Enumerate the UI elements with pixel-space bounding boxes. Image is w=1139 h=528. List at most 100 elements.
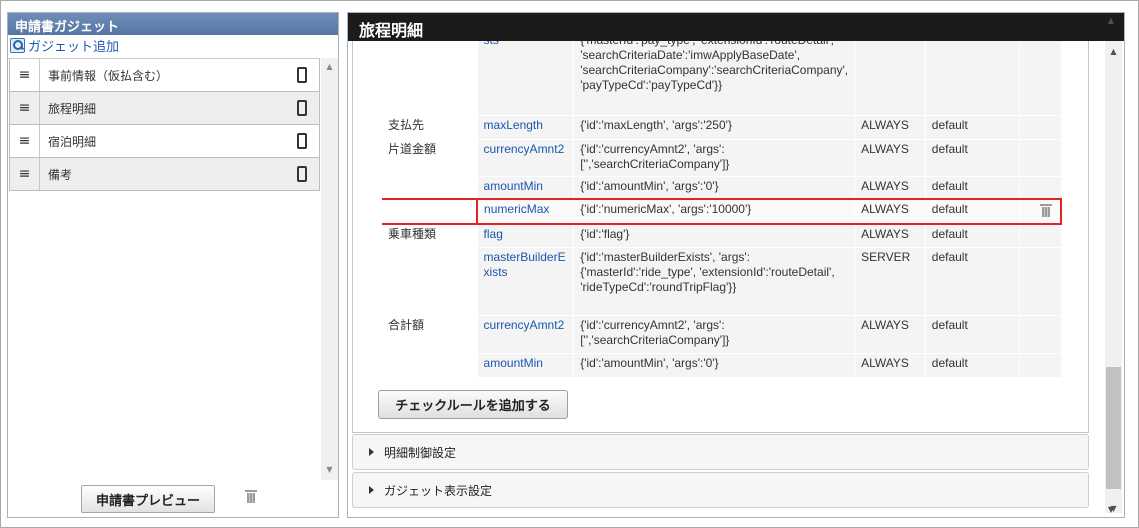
add-check-rule-button[interactable]: チェックルールを追加する xyxy=(378,390,568,419)
rule-type-cell: default xyxy=(925,198,1020,225)
rule-args-cell: {'id':'currencyAmnt2', 'args': ['','sear… xyxy=(573,315,856,354)
gadget-item-remarks[interactable]: ≡ 備考 xyxy=(9,158,320,191)
item-name-cell: 支払先 xyxy=(382,115,478,140)
chevron-right-icon xyxy=(369,448,374,456)
rule-type-cell: default xyxy=(925,176,1020,200)
rule-timing-cell: ALWAYS xyxy=(854,353,926,378)
rule-args-cell: {'masterId':'pay_type', 'extensionId':'r… xyxy=(573,41,856,116)
rule-type-cell: default xyxy=(925,247,1020,316)
rule-id-link[interactable]: amountMin xyxy=(477,176,575,200)
list-icon[interactable]: ≡ xyxy=(10,92,40,124)
itinerary-panel: 旅程明細 sts {'masterId':'pay_type', 'extens… xyxy=(347,12,1125,518)
rule-args-cell: {'id':'flag'} xyxy=(573,224,856,248)
table-row: sts {'masterId':'pay_type', 'extensionId… xyxy=(382,41,1062,116)
list-icon[interactable]: ≡ xyxy=(10,125,40,157)
smartphone-icon[interactable] xyxy=(297,166,307,182)
gadget-list-scrollbar[interactable]: ▲ ▼ xyxy=(321,58,338,480)
scroll-up-arrow-icon[interactable]: ▲ xyxy=(321,62,338,71)
rule-args-cell: {'id':'amountMin', 'args':'0'} xyxy=(573,176,856,200)
rule-type-cell: default xyxy=(925,224,1020,248)
rule-type-cell: default xyxy=(925,353,1020,378)
table-row: 片道金額 currencyAmnt2 {'id':'currencyAmnt2'… xyxy=(382,139,1062,177)
item-name-cell: 乗車種類 xyxy=(382,224,478,248)
scroll-down-arrow-icon[interactable]: ▼ xyxy=(1103,505,1119,514)
gadget-item-itinerary[interactable]: ≡ 旅程明細 xyxy=(9,92,320,125)
smartphone-icon[interactable] xyxy=(297,100,307,116)
row-action-cell xyxy=(1019,353,1062,378)
rule-args-cell: {'id':'currencyAmnt2', 'args': ['','sear… xyxy=(573,139,856,177)
magnifier-icon xyxy=(10,38,25,53)
rule-timing-cell: SERVER xyxy=(854,247,926,316)
rule-args-cell: {'id':'numericMax', 'args':'10000'} xyxy=(573,198,856,225)
rule-timing-cell: ALWAYS xyxy=(854,224,926,248)
row-action-cell xyxy=(1019,315,1062,354)
row-action-cell xyxy=(1019,115,1062,140)
gadget-list: ≡ 事前情報（仮払含む） ≡ 旅程明細 ≡ 宿泊明細 ≡ 備考 xyxy=(8,58,320,478)
gadget-item-advance-info[interactable]: ≡ 事前情報（仮払含む） xyxy=(9,59,320,92)
smartphone-icon[interactable] xyxy=(297,67,307,83)
table-row: 支払先 maxLength {'id':'maxLength', 'args':… xyxy=(382,115,1062,140)
accordion-label: 明細制御設定 xyxy=(384,445,457,460)
check-rules-table: sts {'masterId':'pay_type', 'extensionId… xyxy=(382,41,1062,378)
row-action-cell xyxy=(1019,224,1062,248)
rule-type-cell xyxy=(925,41,1020,116)
rule-type-cell: default xyxy=(925,139,1020,177)
item-name-cell xyxy=(382,41,478,116)
item-name-cell xyxy=(382,247,478,316)
item-name-cell xyxy=(382,176,478,200)
itinerary-panel-title: 旅程明細 xyxy=(348,13,1124,41)
gadget-item-label: 旅程明細 xyxy=(48,101,97,116)
rule-id-link[interactable]: maxLength xyxy=(477,115,575,140)
row-action-cell xyxy=(1019,247,1062,316)
gadget-display-settings-accordion[interactable]: ガジェット表示設定 xyxy=(352,472,1089,508)
detail-control-settings-accordion[interactable]: 明細制御設定 xyxy=(352,434,1089,470)
row-action-cell xyxy=(1019,139,1062,177)
rule-timing-cell: ALWAYS xyxy=(854,198,926,225)
form-preview-button[interactable]: 申請書プレビュー xyxy=(81,485,215,513)
rule-timing-cell: ALWAYS xyxy=(854,115,926,140)
table-row: amountMin {'id':'amountMin', 'args':'0'}… xyxy=(382,353,1062,378)
rule-id-link[interactable]: numericMax xyxy=(476,198,575,225)
row-action-cell xyxy=(1019,198,1062,225)
scroll-up-arrow-icon[interactable]: ▲ xyxy=(1103,16,1119,25)
rule-timing-cell xyxy=(854,41,926,116)
rule-id-link[interactable]: sts xyxy=(477,41,575,116)
list-icon[interactable]: ≡ xyxy=(10,158,40,190)
add-gadget-link[interactable]: ガジェット追加 xyxy=(8,35,338,56)
trash-icon[interactable] xyxy=(245,489,257,503)
gadget-item-lodging[interactable]: ≡ 宿泊明細 xyxy=(9,125,320,158)
table-row-highlighted: numericMax {'id':'numericMax', 'args':'1… xyxy=(382,198,1062,225)
table-row: masterBuilderExists {'id':'masterBuilder… xyxy=(382,247,1062,316)
gadget-item-label: 宿泊明細 xyxy=(48,134,97,149)
gadget-panel-title: 申請書ガジェット xyxy=(8,13,338,35)
item-name-cell xyxy=(382,353,478,378)
rule-id-link[interactable]: currencyAmnt2 xyxy=(477,315,575,354)
smartphone-icon[interactable] xyxy=(297,133,307,149)
table-row: 合計額 currencyAmnt2 {'id':'currencyAmnt2',… xyxy=(382,315,1062,354)
page-scrollbar[interactable]: ▲ ▼ xyxy=(1103,12,1119,514)
list-icon[interactable]: ≡ xyxy=(10,59,40,91)
rule-id-link[interactable]: amountMin xyxy=(477,353,575,378)
table-row: 乗車種類 flag {'id':'flag'} ALWAYS default xyxy=(382,224,1062,248)
row-action-cell xyxy=(1019,176,1062,200)
rule-args-cell: {'id':'amountMin', 'args':'0'} xyxy=(573,353,856,378)
rule-args-cell: {'id':'maxLength', 'args':'250'} xyxy=(573,115,856,140)
item-name-cell: 合計額 xyxy=(382,315,478,354)
rule-timing-cell: ALWAYS xyxy=(854,139,926,177)
gadget-panel: 申請書ガジェット ガジェット追加 ≡ 事前情報（仮払含む） ≡ 旅程明細 ≡ 宿… xyxy=(7,12,339,518)
item-name-cell: 片道金額 xyxy=(382,139,478,177)
delete-rule-trash-icon[interactable] xyxy=(1039,203,1052,217)
rule-type-cell: default xyxy=(925,315,1020,354)
rule-id-link[interactable]: flag xyxy=(477,224,575,248)
rule-type-cell: default xyxy=(925,115,1020,140)
rule-timing-cell: ALWAYS xyxy=(854,315,926,354)
add-gadget-label: ガジェット追加 xyxy=(28,40,120,55)
scroll-down-arrow-icon[interactable]: ▼ xyxy=(321,465,338,474)
rule-id-link[interactable]: masterBuilderExists xyxy=(477,247,575,316)
gadget-item-label: 備考 xyxy=(48,167,73,182)
rule-args-cell: {'id':'masterBuilderExists', 'args': {'m… xyxy=(573,247,856,316)
rule-id-link[interactable]: currencyAmnt2 xyxy=(477,139,575,177)
item-name-cell xyxy=(382,198,478,225)
check-rules-section: sts {'masterId':'pay_type', 'extensionId… xyxy=(352,41,1089,433)
row-action-cell xyxy=(1019,41,1062,116)
